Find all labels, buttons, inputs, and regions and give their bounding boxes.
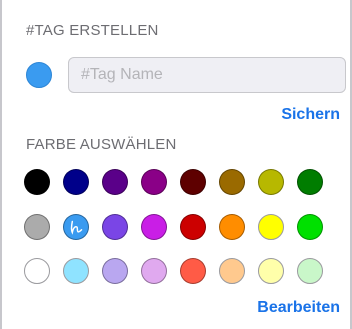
color-swatch[interactable]	[180, 214, 206, 240]
choose-color-heading: FARBE AUSWÄHLEN	[26, 136, 177, 153]
save-button[interactable]: Sichern	[281, 106, 340, 124]
color-swatch[interactable]	[24, 258, 50, 284]
color-swatch[interactable]	[297, 258, 323, 284]
color-swatch[interactable]	[258, 169, 284, 195]
color-swatch[interactable]	[219, 169, 245, 195]
create-tag-heading: #TAG ERSTELLEN	[26, 22, 159, 39]
color-swatch[interactable]	[141, 258, 167, 284]
color-swatch[interactable]	[102, 214, 128, 240]
tag-name-input[interactable]	[68, 57, 346, 93]
color-swatch[interactable]	[24, 169, 50, 195]
edit-button[interactable]: Bearbeiten	[257, 299, 340, 317]
selected-color-indicator	[26, 62, 52, 88]
color-swatch[interactable]	[297, 214, 323, 240]
color-swatch[interactable]	[258, 214, 284, 240]
color-swatch[interactable]	[180, 169, 206, 195]
color-swatch[interactable]	[24, 214, 50, 240]
color-row-dark	[24, 169, 323, 195]
color-swatch[interactable]	[63, 214, 89, 240]
color-swatch[interactable]	[63, 169, 89, 195]
selected-swatch-marker-icon	[70, 220, 83, 235]
color-swatch[interactable]	[141, 214, 167, 240]
color-swatch[interactable]	[297, 169, 323, 195]
color-swatch[interactable]	[102, 258, 128, 284]
color-swatch[interactable]	[102, 169, 128, 195]
color-swatch[interactable]	[141, 169, 167, 195]
color-swatch[interactable]	[180, 258, 206, 284]
color-swatch[interactable]	[219, 258, 245, 284]
color-swatch[interactable]	[258, 258, 284, 284]
color-row-medium	[24, 214, 323, 240]
create-tag-panel: #TAG ERSTELLEN Sichern FARBE AUSWÄHLEN B…	[0, 0, 352, 329]
color-swatch[interactable]	[219, 214, 245, 240]
color-row-light	[24, 258, 323, 284]
color-swatch[interactable]	[63, 258, 89, 284]
